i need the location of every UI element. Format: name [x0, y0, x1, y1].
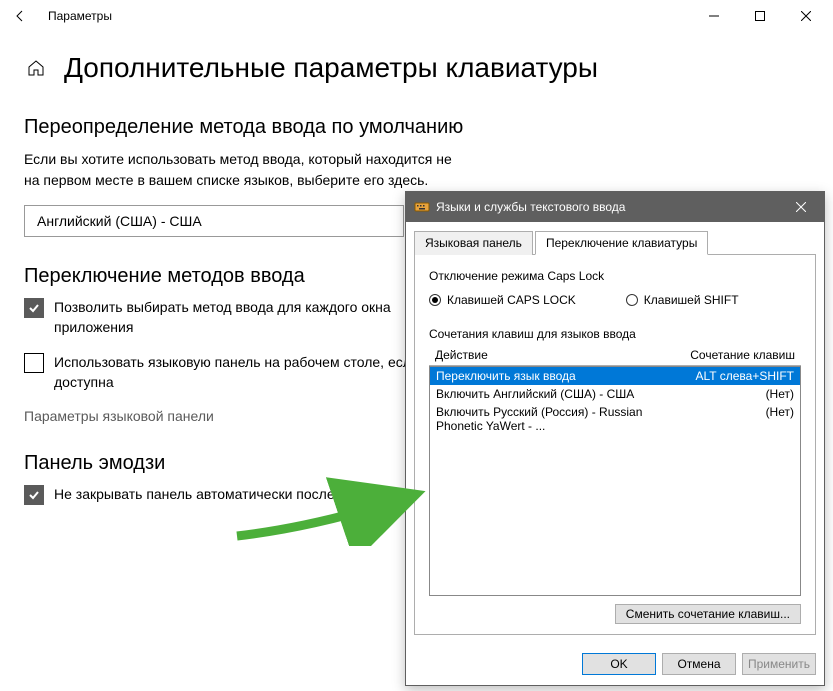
per-app-checkbox[interactable] [24, 298, 44, 318]
close-icon [796, 202, 806, 212]
col-action: Действие [435, 348, 680, 362]
radio-capslock-label: Клавишей CAPS LOCK [447, 293, 576, 307]
langbar-label: Использовать языковую панель на рабочем … [54, 353, 454, 392]
per-app-label: Позволить выбирать метод ввода для каждо… [54, 298, 454, 337]
titlebar: Параметры [0, 0, 833, 32]
table-row[interactable]: Включить Русский (Россия) - Russian Phon… [430, 403, 800, 435]
capslock-group-label: Отключение режима Caps Lock [429, 269, 801, 283]
dialog-title: Языки и службы текстового ввода [436, 200, 625, 214]
tab-keyboard-switch[interactable]: Переключение клавиатуры [535, 231, 708, 255]
langbar-checkbox[interactable] [24, 353, 44, 373]
override-desc: Если вы хотите использовать метод ввода,… [24, 149, 464, 191]
hotkeys-table[interactable]: Переключить язык ввода ALT слева+SHIFT В… [429, 366, 801, 596]
apply-button: Применить [742, 653, 816, 675]
arrow-left-icon [13, 9, 27, 23]
minimize-button[interactable] [691, 0, 737, 32]
text-services-dialog: Языки и службы текстового ввода Языковая… [405, 191, 825, 686]
radio-shift[interactable]: Клавишей SHIFT [626, 293, 739, 307]
override-heading: Переопределение метода ввода по умолчани… [24, 116, 809, 139]
table-row[interactable]: Переключить язык ввода ALT слева+SHIFT [430, 367, 800, 385]
dialog-titlebar[interactable]: Языки и службы текстового ввода [406, 192, 824, 222]
keyboard-icon [414, 199, 430, 215]
close-button[interactable] [783, 0, 829, 32]
radio-shift-label: Клавишей SHIFT [644, 293, 739, 307]
window-title: Параметры [48, 9, 112, 23]
tab-language-panel[interactable]: Языковая панель [414, 231, 533, 255]
back-button[interactable] [4, 0, 36, 32]
maximize-button[interactable] [737, 0, 783, 32]
check-icon [27, 488, 41, 502]
dialog-close-button[interactable] [786, 192, 816, 222]
table-row[interactable]: Включить Английский (США) - США (Нет) [430, 385, 800, 403]
hotkeys-group-label: Сочетания клавиш для языков ввода [429, 327, 801, 341]
change-hotkey-button[interactable]: Сменить сочетание клавиш... [615, 604, 801, 624]
page-title: Дополнительные параметры клавиатуры [64, 52, 598, 84]
home-icon[interactable] [24, 56, 48, 80]
ok-button[interactable]: OK [582, 653, 656, 675]
cancel-button[interactable]: Отмена [662, 653, 736, 675]
col-combo: Сочетание клавиш [680, 348, 795, 362]
default-input-dropdown[interactable]: Английский (США) - США [24, 205, 404, 237]
check-icon [27, 301, 41, 315]
table-header: Действие Сочетание клавиш [429, 345, 801, 366]
radio-icon [429, 294, 441, 306]
emoji-label: Не закрывать панель автоматически после … [54, 485, 427, 505]
radio-icon [626, 294, 638, 306]
radio-capslock[interactable]: Клавишей CAPS LOCK [429, 293, 576, 307]
emoji-checkbox[interactable] [24, 485, 44, 505]
